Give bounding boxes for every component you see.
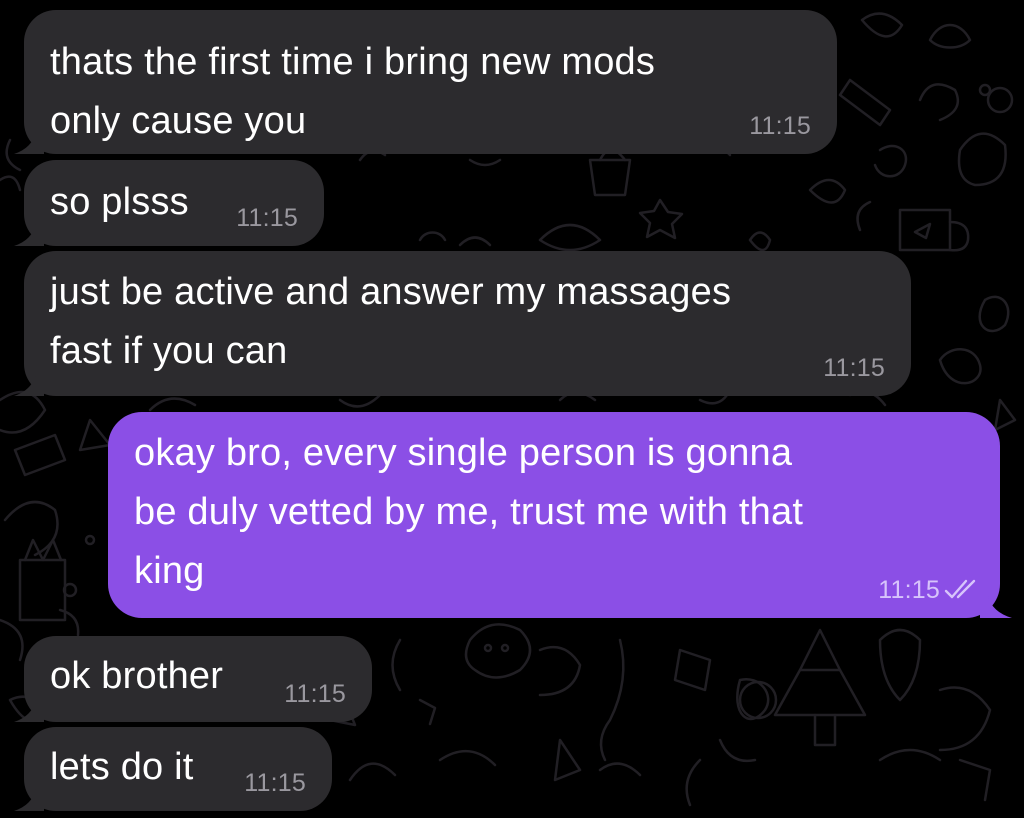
- message-timestamp: 11:15: [878, 576, 940, 604]
- message-text: lets do it: [50, 746, 194, 788]
- incoming-bubble-tail: [14, 700, 44, 722]
- incoming-message-bubble[interactable]: just be active and answer my massages fa…: [24, 251, 911, 396]
- incoming-message-bubble[interactable]: so plsss 11:15: [24, 160, 324, 246]
- message-text: thats the first time i bring new mods on…: [50, 41, 656, 142]
- message-text: ok brother: [50, 655, 224, 697]
- outgoing-message-bubble[interactable]: okay bro, every single person is gonna b…: [108, 412, 1000, 618]
- message-text: okay bro, every single person is gonna b…: [134, 432, 804, 592]
- message-timestamp: 11:15: [236, 204, 298, 232]
- incoming-bubble-tail: [14, 132, 44, 154]
- message-timestamp: 11:15: [823, 354, 885, 382]
- incoming-bubble-tail: [14, 224, 44, 246]
- message-text: just be active and answer my massages fa…: [50, 271, 732, 372]
- incoming-message-bubble[interactable]: thats the first time i bring new mods on…: [24, 10, 837, 154]
- outgoing-bubble-tail: [980, 596, 1012, 618]
- message-timestamp: 11:15: [244, 769, 306, 797]
- message-timestamp: 11:15: [749, 112, 811, 140]
- incoming-bubble-tail: [14, 789, 44, 811]
- double-check-icon: [944, 579, 976, 599]
- incoming-message-bubble[interactable]: ok brother 11:15: [24, 636, 372, 722]
- incoming-bubble-tail: [14, 374, 44, 396]
- message-timestamp: 11:15: [284, 680, 346, 708]
- message-text: so plsss: [50, 181, 189, 223]
- incoming-message-bubble[interactable]: lets do it 11:15: [24, 727, 332, 811]
